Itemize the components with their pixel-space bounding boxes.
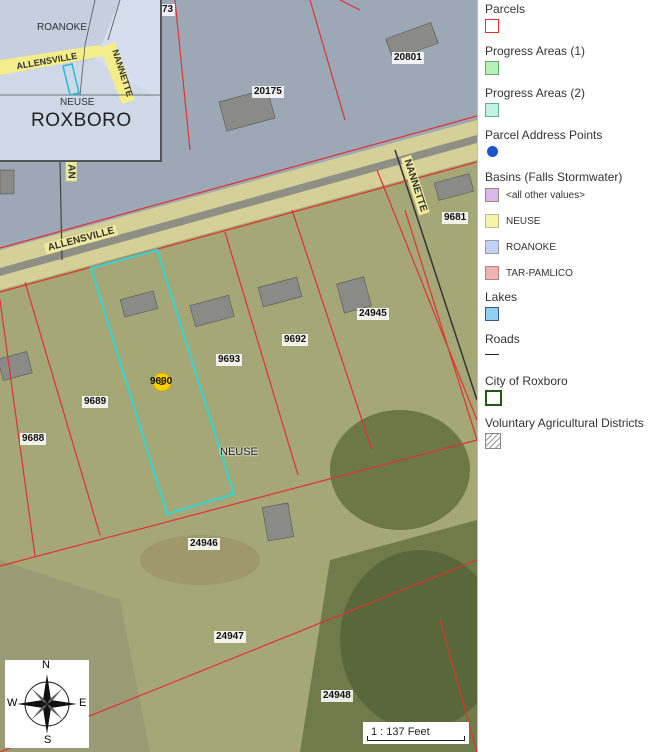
parcels-swatch	[485, 19, 499, 33]
legend-basins-title: Basins (Falls Stormwater)	[485, 170, 623, 184]
lakes-swatch	[485, 307, 499, 321]
basin-neuse-label: NEUSE	[506, 216, 541, 227]
roads-swatch	[485, 354, 499, 355]
compass-e: E	[79, 697, 87, 709]
city-swatch	[485, 390, 502, 406]
compass-s: S	[44, 734, 52, 746]
address-point-swatch	[487, 146, 498, 157]
parcel-label-20175: 20175	[252, 86, 284, 98]
legend-roads-title: Roads	[485, 332, 520, 346]
parcel-label-9688: 9688	[20, 433, 47, 445]
map-view[interactable]: ALLENSVILLE NANNETTE AN 20801 20175 73 9…	[0, 0, 477, 752]
legend-vad-title: Voluntary Agricultural Districts	[485, 416, 644, 430]
legend-progress1-title: Progress Areas (1)	[485, 44, 586, 58]
inset-label-roxboro: ROXBORO	[31, 110, 132, 131]
legend-parcels-title: Parcels	[485, 2, 526, 16]
basin-neuse-swatch	[485, 214, 499, 228]
legend-city-title: City of Roxboro	[485, 374, 568, 388]
legend-address-title: Parcel Address Points	[485, 128, 603, 142]
basin-other-label: <all other values>	[506, 190, 585, 201]
compass-n: N	[42, 659, 50, 671]
basin-tar-pamlico-swatch	[485, 266, 499, 280]
basin-roanoke-label: ROANOKE	[506, 242, 557, 253]
basin-tar-pamlico-label: TAR-PAMLICO	[506, 268, 573, 279]
parcel-label-9693: 9693	[216, 354, 243, 366]
legend-progress2-title: Progress Areas (2)	[485, 86, 586, 100]
inset-selected-parcel	[62, 63, 80, 96]
basin-other-swatch	[485, 188, 499, 202]
progress2-swatch	[485, 103, 499, 117]
legend-lakes-title: Lakes	[485, 290, 518, 304]
basin-roanoke-swatch	[485, 240, 499, 254]
north-arrow: N S E W	[5, 659, 89, 748]
road-label-side: AN	[65, 161, 77, 182]
address-point-label: 1	[159, 377, 165, 388]
inset-label-roanoke: ROANOKE	[37, 22, 88, 33]
parcel-label-24946: 24946	[188, 538, 220, 550]
progress1-swatch	[485, 61, 499, 75]
basin-label-neuse: NEUSE	[220, 446, 258, 458]
parcel-label-9692: 9692	[282, 334, 309, 346]
parcel-label-9681: 9681	[442, 212, 469, 224]
inset-label-neuse: NEUSE	[60, 97, 95, 108]
parcel-label-73: 73	[160, 4, 176, 16]
parcel-label-20801: 20801	[392, 52, 424, 64]
parcel-label-24947: 24947	[214, 631, 246, 643]
parcel-label-24948: 24948	[321, 690, 353, 702]
scale-bar: 1 : 137 Feet	[363, 722, 469, 744]
overview-map[interactable]: ROANOKE ALLENSVILLE NANNETTE NEUSE ROXBO…	[0, 0, 162, 162]
compass-w: W	[7, 697, 18, 709]
legend-panel: Parcels Progress Areas (1) Progress Area…	[477, 0, 667, 752]
parcel-label-9689: 9689	[82, 396, 109, 408]
vad-swatch	[485, 433, 501, 449]
parcel-label-24945: 24945	[357, 308, 389, 320]
